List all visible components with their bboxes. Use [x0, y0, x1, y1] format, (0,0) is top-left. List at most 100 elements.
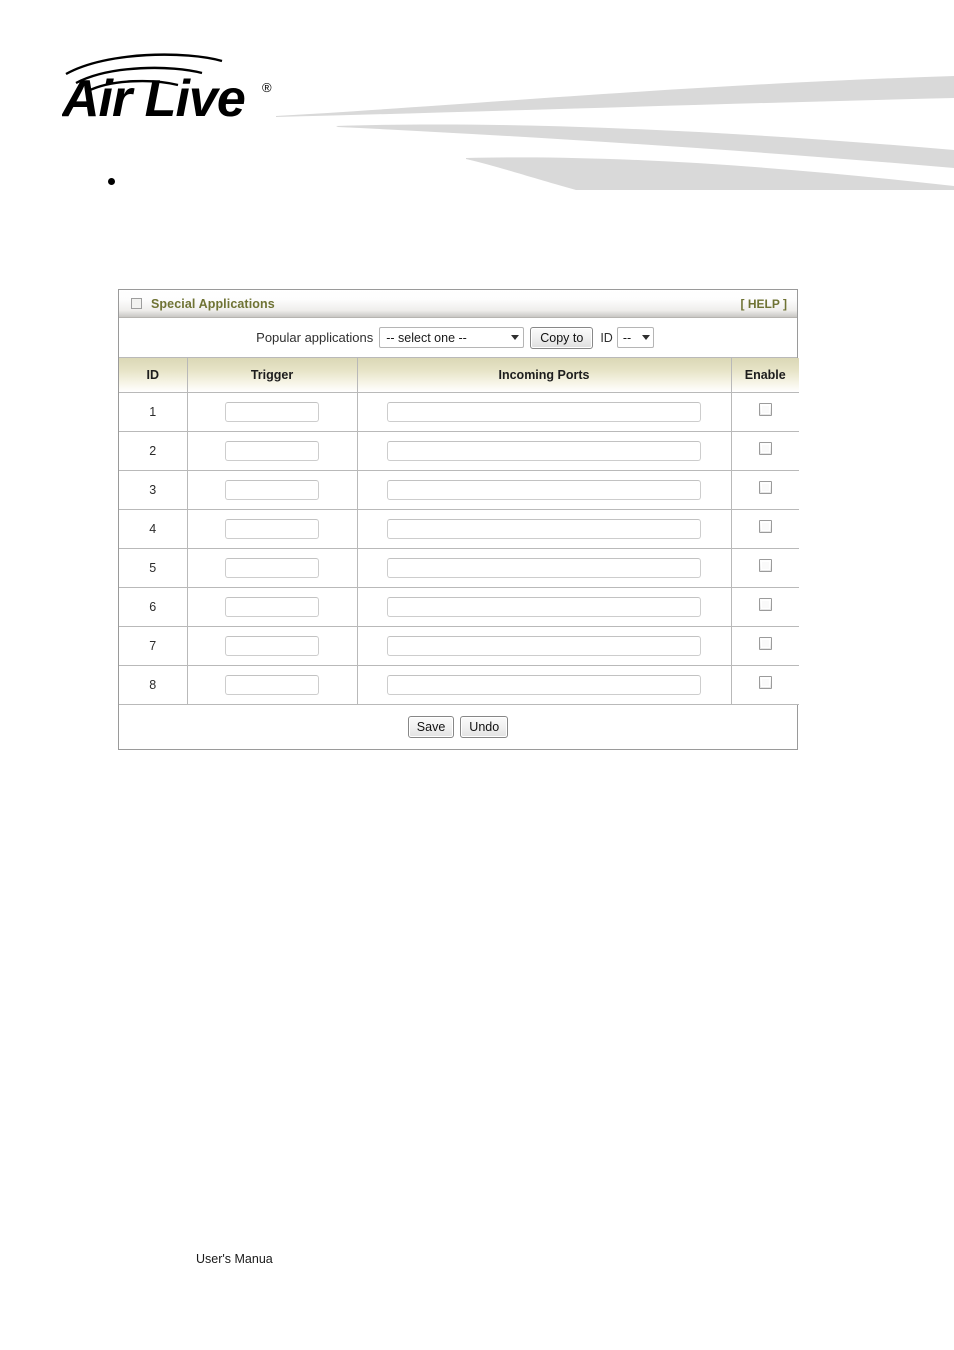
trigger-cell	[187, 587, 358, 627]
trigger-input[interactable]	[225, 636, 319, 656]
enable-checkbox[interactable]	[758, 559, 772, 572]
header-swoosh-graphic	[276, 58, 954, 190]
bullet-list-item	[108, 172, 808, 196]
table-row: 6	[119, 587, 799, 627]
popular-applications-label: Popular applications	[256, 330, 374, 345]
row-id-value: 2	[149, 444, 157, 458]
trigger-cell	[187, 392, 358, 432]
id-select[interactable]: --	[616, 327, 654, 348]
table-body: 1 2 3 4 5 6 7 8	[119, 392, 799, 705]
enable-cell	[731, 392, 799, 432]
bullet-dot-icon	[108, 177, 115, 185]
row-id-cell: 3	[119, 470, 188, 510]
column-header-id: ID	[119, 358, 188, 393]
row-id-cell: 1	[119, 392, 188, 432]
incoming-ports-cell	[357, 509, 732, 549]
popular-applications-select-value: -- select one --	[386, 330, 467, 345]
incoming-ports-input[interactable]	[387, 519, 701, 539]
collapse-box-icon[interactable]	[131, 298, 142, 309]
row-id-value: 8	[149, 678, 157, 692]
trigger-cell	[187, 548, 358, 588]
trigger-cell	[187, 470, 358, 510]
trigger-input[interactable]	[225, 480, 319, 500]
table-row: 2	[119, 431, 799, 471]
enable-checkbox[interactable]	[758, 520, 772, 533]
page-footer-text: User's Manua	[196, 1252, 273, 1266]
table-row: 3	[119, 470, 799, 510]
incoming-ports-input[interactable]	[387, 597, 701, 617]
enable-cell	[731, 587, 799, 627]
incoming-ports-input[interactable]	[387, 441, 701, 461]
enable-cell	[731, 548, 799, 588]
incoming-ports-input[interactable]	[387, 402, 701, 422]
row-id-cell: 4	[119, 509, 188, 549]
incoming-ports-cell	[357, 431, 732, 471]
incoming-ports-input[interactable]	[387, 558, 701, 578]
row-id-value: 3	[149, 483, 157, 497]
trigger-input[interactable]	[225, 441, 319, 461]
save-button[interactable]: Save	[407, 716, 455, 738]
trigger-cell	[187, 626, 358, 666]
trigger-input[interactable]	[225, 519, 319, 539]
special-applications-panel: Special Applications [ HELP ] Popular ap…	[118, 289, 799, 750]
row-id-cell: 7	[119, 626, 188, 666]
incoming-ports-cell	[357, 392, 732, 432]
trigger-input[interactable]	[225, 402, 319, 422]
column-header-trigger: Trigger	[187, 358, 358, 393]
column-header-incoming-ports: Incoming Ports	[357, 358, 732, 393]
table-row: 8	[119, 665, 799, 705]
row-id-cell: 2	[119, 431, 188, 471]
enable-checkbox[interactable]	[758, 481, 772, 494]
trigger-input[interactable]	[225, 675, 319, 695]
table-row: 1	[119, 392, 799, 432]
incoming-ports-cell	[357, 626, 732, 666]
panel-title: Special Applications	[151, 296, 275, 311]
row-id-value: 4	[149, 522, 157, 536]
panel-action-buttons: Save Undo	[119, 705, 797, 749]
undo-button[interactable]: Undo	[460, 716, 509, 738]
enable-checkbox[interactable]	[758, 403, 772, 416]
incoming-ports-input[interactable]	[387, 675, 701, 695]
trigger-cell	[187, 509, 358, 549]
svg-text:®: ®	[262, 80, 272, 95]
enable-cell	[731, 665, 799, 705]
column-header-enable: Enable	[731, 358, 799, 393]
popular-applications-select[interactable]: -- select one --	[379, 327, 525, 348]
table-row: 4	[119, 509, 799, 549]
incoming-ports-cell	[357, 587, 732, 627]
special-applications-table: ID Trigger Incoming Ports Enable 1 2 3 4 5 6 7…	[119, 358, 799, 705]
table-header-row: ID Trigger Incoming Ports Enable	[119, 358, 799, 393]
row-id-cell: 5	[119, 548, 188, 588]
trigger-input[interactable]	[225, 558, 319, 578]
trigger-cell	[187, 665, 358, 705]
table-row: 5	[119, 548, 799, 588]
trigger-cell	[187, 431, 358, 471]
airlive-wireless-logo: Air Live ®	[62, 52, 292, 122]
enable-checkbox[interactable]	[758, 676, 772, 689]
enable-checkbox[interactable]	[758, 442, 772, 455]
help-link[interactable]: [ HELP ]	[741, 297, 787, 311]
incoming-ports-cell	[357, 548, 732, 588]
enable-cell	[731, 470, 799, 510]
id-select-value: --	[622, 330, 632, 345]
row-id-value: 6	[149, 600, 157, 614]
row-id-value: 5	[149, 561, 157, 575]
row-id-value: 7	[149, 639, 157, 653]
row-id-cell: 8	[119, 665, 188, 705]
incoming-ports-input[interactable]	[387, 480, 701, 500]
panel-titlebar: Special Applications [ HELP ]	[119, 290, 797, 318]
popular-applications-row: Popular applications -- select one -- Co…	[119, 318, 797, 358]
row-id-value: 1	[149, 405, 157, 419]
trigger-input[interactable]	[225, 597, 319, 617]
id-label: ID	[600, 330, 613, 345]
chevron-down-icon	[641, 335, 650, 340]
chevron-down-icon	[511, 335, 520, 340]
incoming-ports-cell	[357, 470, 732, 510]
enable-checkbox[interactable]	[758, 598, 772, 611]
incoming-ports-input[interactable]	[387, 636, 701, 656]
enable-cell	[731, 509, 799, 549]
row-id-cell: 6	[119, 587, 188, 627]
copy-to-button[interactable]: Copy to	[530, 326, 594, 349]
enable-checkbox[interactable]	[758, 637, 772, 650]
page-header: Air Live ®	[0, 0, 954, 190]
